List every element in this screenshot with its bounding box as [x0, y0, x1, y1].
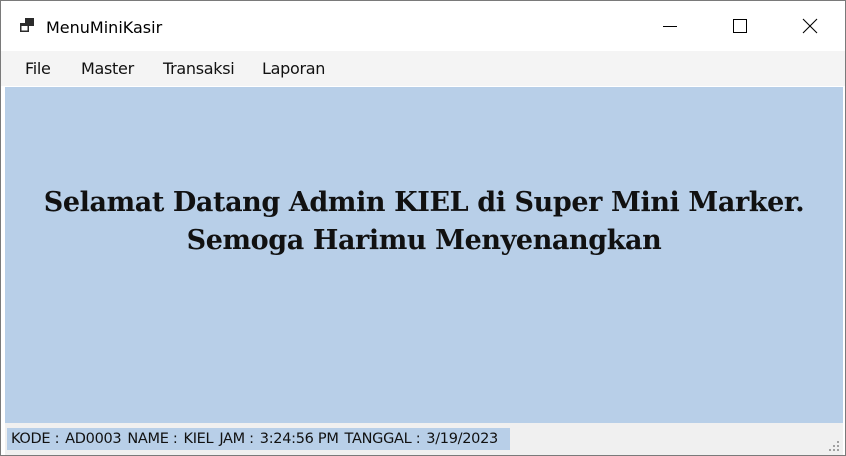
name-label: NAME : [127, 431, 178, 447]
main-panel: Selamat Datang Admin KIEL di Super Mini … [5, 87, 843, 423]
status-strip: KODE : AD0003 NAME : KIEL JAM : 3:24:56 … [7, 428, 510, 450]
kode-value: AD0003 [65, 431, 122, 447]
tanggal-value: 3/19/2023 [426, 431, 498, 447]
minimize-icon [663, 26, 677, 27]
status-bar: KODE : AD0003 NAME : KIEL JAM : 3:24:56 … [5, 423, 843, 455]
window-title: MenuMiniKasir [46, 18, 163, 37]
menu-transaksi[interactable]: Transaksi [163, 60, 235, 78]
close-button[interactable] [779, 1, 841, 51]
app-window: MenuMiniKasir File Master Transaksi Lapo… [0, 0, 846, 456]
menu-bar: File Master Transaksi Laporan [1, 51, 845, 86]
welcome-line-1: Selamat Datang Admin KIEL di Super Mini … [43, 187, 805, 218]
menu-laporan[interactable]: Laporan [262, 60, 325, 78]
minimize-button[interactable] [639, 1, 701, 51]
welcome-line-2: Semoga Harimu Menyenangkan [186, 225, 662, 256]
menu-file[interactable]: File [25, 60, 51, 78]
name-value: KIEL [183, 431, 214, 447]
maximize-button[interactable] [709, 1, 771, 51]
tanggal-label: TANGGAL : [344, 431, 421, 447]
app-icon[interactable] [18, 18, 38, 34]
title-bar[interactable]: MenuMiniKasir [1, 1, 845, 51]
jam-label: JAM : [219, 431, 254, 447]
resize-grip-icon[interactable] [828, 440, 840, 452]
menu-master[interactable]: Master [81, 60, 134, 78]
jam-value: 3:24:56 PM [259, 431, 339, 447]
close-icon [802, 18, 818, 34]
maximize-icon [733, 19, 747, 33]
kode-label: KODE : [11, 431, 60, 447]
welcome-message: Selamat Datang Admin KIEL di Super Mini … [5, 184, 843, 260]
